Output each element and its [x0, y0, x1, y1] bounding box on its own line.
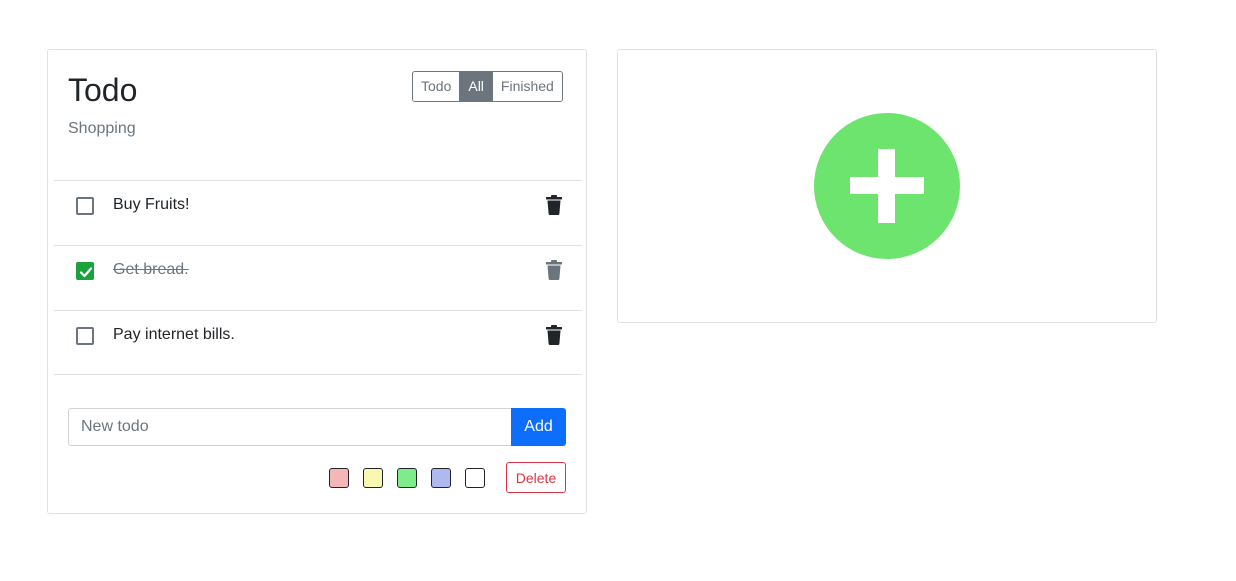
plus-icon-horizontal-bar — [850, 177, 924, 194]
trash-icon[interactable] — [546, 260, 562, 280]
todo-card: Todo Shopping Todo All Finished Buy Frui… — [47, 49, 587, 514]
trash-icon[interactable] — [546, 195, 562, 215]
color-swatch-green[interactable] — [397, 468, 417, 488]
delete-button[interactable]: Delete — [506, 462, 566, 493]
todo-item: Pay internet bills. — [54, 310, 582, 375]
filter-all-button[interactable]: All — [460, 72, 493, 101]
filter-button-group: Todo All Finished — [412, 71, 563, 102]
color-swatch-red[interactable] — [329, 468, 349, 488]
todo-text: Pay internet bills. — [113, 326, 235, 343]
todo-item: Buy Fruits! — [54, 180, 582, 245]
add-list-card[interactable] — [617, 49, 1157, 323]
check-icon — [79, 267, 93, 278]
color-swatch-yellow[interactable] — [363, 468, 383, 488]
color-swatch-white[interactable] — [465, 468, 485, 488]
todo-checkbox[interactable] — [76, 327, 94, 345]
todo-list: Buy Fruits! Get bread. Pay internet bill… — [54, 180, 582, 375]
todo-checkbox[interactable] — [76, 197, 94, 215]
trash-icon[interactable] — [546, 325, 562, 345]
card-title: Todo — [68, 72, 138, 108]
todo-text: Get bread. — [113, 261, 189, 278]
todo-checkbox[interactable] — [76, 262, 94, 280]
plus-icon[interactable] — [814, 113, 960, 259]
color-swatch-blue[interactable] — [431, 468, 451, 488]
card-subtitle: Shopping — [68, 120, 136, 137]
filter-todo-button[interactable]: Todo — [413, 72, 461, 101]
filter-finished-button[interactable]: Finished — [492, 72, 562, 101]
color-swatches — [329, 468, 499, 488]
new-todo-input[interactable] — [68, 408, 511, 446]
todo-item: Get bread. — [54, 245, 582, 310]
new-todo-form: Add — [68, 408, 566, 446]
todo-text: Buy Fruits! — [113, 196, 190, 213]
add-button[interactable]: Add — [511, 408, 566, 446]
